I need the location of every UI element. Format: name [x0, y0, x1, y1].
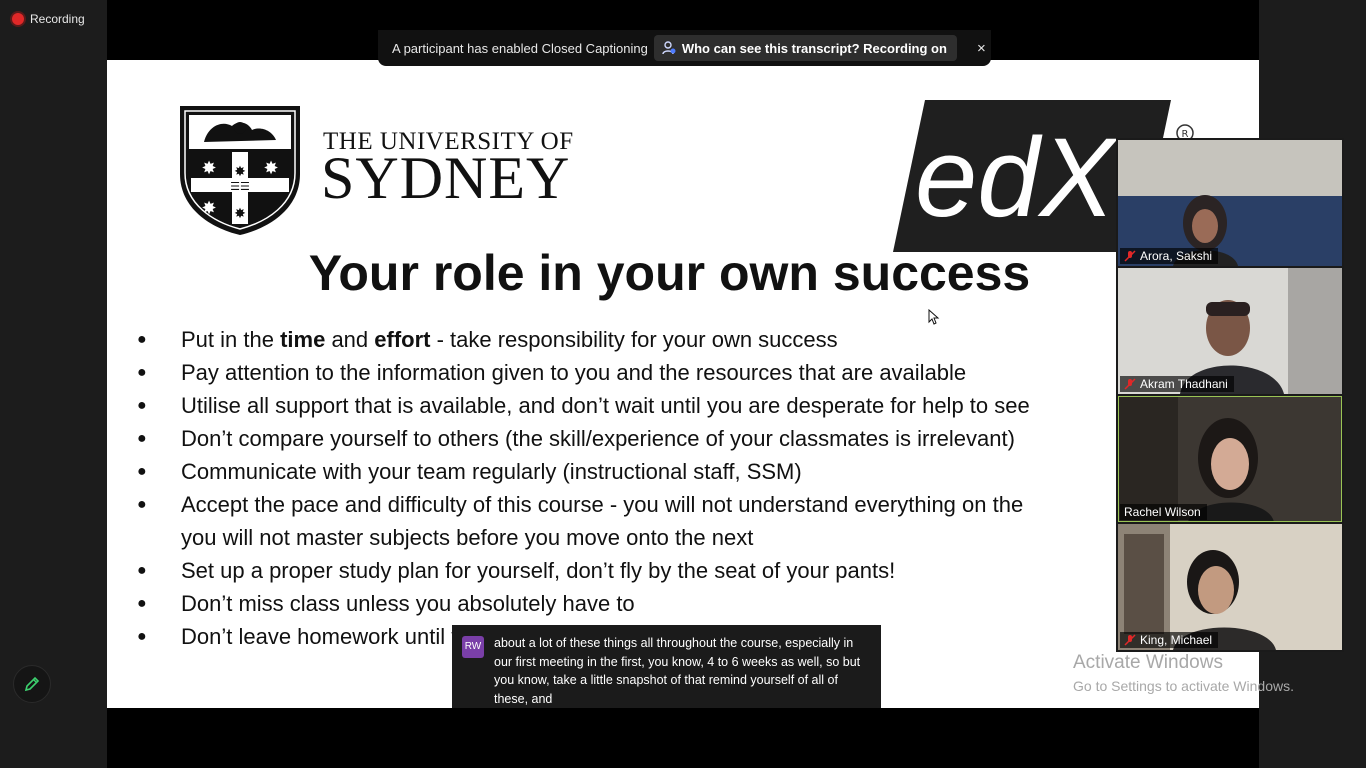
person-info-icon: [662, 41, 676, 55]
recording-label: Recording: [30, 12, 85, 26]
svg-text:✸: ✸: [201, 198, 216, 219]
muted-mic-icon: [1124, 250, 1136, 262]
bullet-item: Pay attention to the information given t…: [137, 356, 1030, 389]
bullet-item: Don’t compare yourself to others (the sk…: [137, 422, 1030, 455]
speaker-avatar: RW: [462, 636, 484, 658]
bullet-item: Communicate with your team regularly (in…: [137, 455, 1030, 488]
bullet-item: Don’t miss class unless you absolutely h…: [137, 587, 1030, 620]
svg-text:✸: ✸: [234, 206, 246, 222]
annotate-button[interactable]: [13, 665, 51, 703]
participant-name-label: Akram Thadhani: [1120, 376, 1234, 392]
watermark-title: Activate Windows: [1073, 652, 1223, 673]
recording-dot-icon: [12, 13, 24, 25]
bullet-item: Accept the pace and difficulty of this c…: [137, 488, 1030, 521]
participant-tile[interactable]: King, Michael: [1118, 524, 1342, 650]
participant-name-label: Rachel Wilson: [1120, 504, 1207, 520]
svg-text:✸: ✸: [201, 158, 216, 179]
svg-text:☰☰: ☰☰: [230, 180, 250, 193]
cc-message: A participant has enabled Closed Caption…: [392, 40, 648, 56]
watermark-subtitle: Go to Settings to activate Windows.: [1073, 678, 1294, 694]
caption-text: about a lot of these things all througho…: [494, 636, 861, 706]
participant-tile[interactable]: Akram Thadhani: [1118, 268, 1342, 394]
transcript-visibility-label: Who can see this transcript? Recording o…: [681, 40, 947, 56]
slide-title: Your role in your own success: [308, 245, 1031, 301]
participant-tile[interactable]: Arora, Sakshi: [1118, 140, 1342, 266]
svg-text:✸: ✸: [263, 158, 278, 179]
close-icon[interactable]: ×: [977, 40, 986, 57]
university-crest-logo: ☰☰ ✸ ✸ ✸ ✸ ✸: [180, 106, 300, 235]
bullet-item: Utilise all support that is available, a…: [137, 389, 1030, 422]
slide-bullet-list: Put in the time and effort - take respon…: [137, 323, 1030, 653]
svg-text:✸: ✸: [234, 164, 246, 180]
svg-text:edX: edX: [915, 115, 1119, 240]
mouse-cursor-icon: [928, 309, 940, 325]
bullet-item-continuation: you will not master subjects before you …: [181, 525, 754, 550]
muted-mic-icon: [1124, 378, 1136, 390]
pencil-icon: [24, 676, 40, 692]
university-name-line2: SYDNEY: [321, 145, 571, 211]
left-sidebar: Recording: [0, 0, 107, 768]
participant-tile-active-speaker[interactable]: Rachel Wilson: [1118, 396, 1342, 522]
participant-name-label: Arora, Sakshi: [1120, 248, 1219, 264]
transcript-visibility-button[interactable]: Who can see this transcript? Recording o…: [653, 35, 957, 61]
bullet-item: Set up a proper study plan for yourself,…: [137, 554, 1030, 587]
closed-caption-banner: A participant has enabled Closed Caption…: [378, 30, 991, 66]
participant-name-label: King, Michael: [1120, 632, 1219, 648]
muted-mic-icon: [1124, 634, 1136, 646]
bullet-item: Put in the time and effort - take respon…: [137, 323, 1030, 356]
recording-indicator[interactable]: Recording: [12, 12, 85, 26]
live-caption-box: RW about a lot of these things all throu…: [452, 625, 881, 708]
activate-windows-watermark: Activate Windows Go to Settings to activ…: [1073, 652, 1294, 694]
shared-slide: ☰☰ ✸ ✸ ✸ ✸ ✸ THE UNIVERSITY OF SYDNEY ed…: [107, 60, 1259, 708]
participant-gallery: Arora, Sakshi Akram Thadhani Rachel Wils…: [1116, 138, 1344, 652]
